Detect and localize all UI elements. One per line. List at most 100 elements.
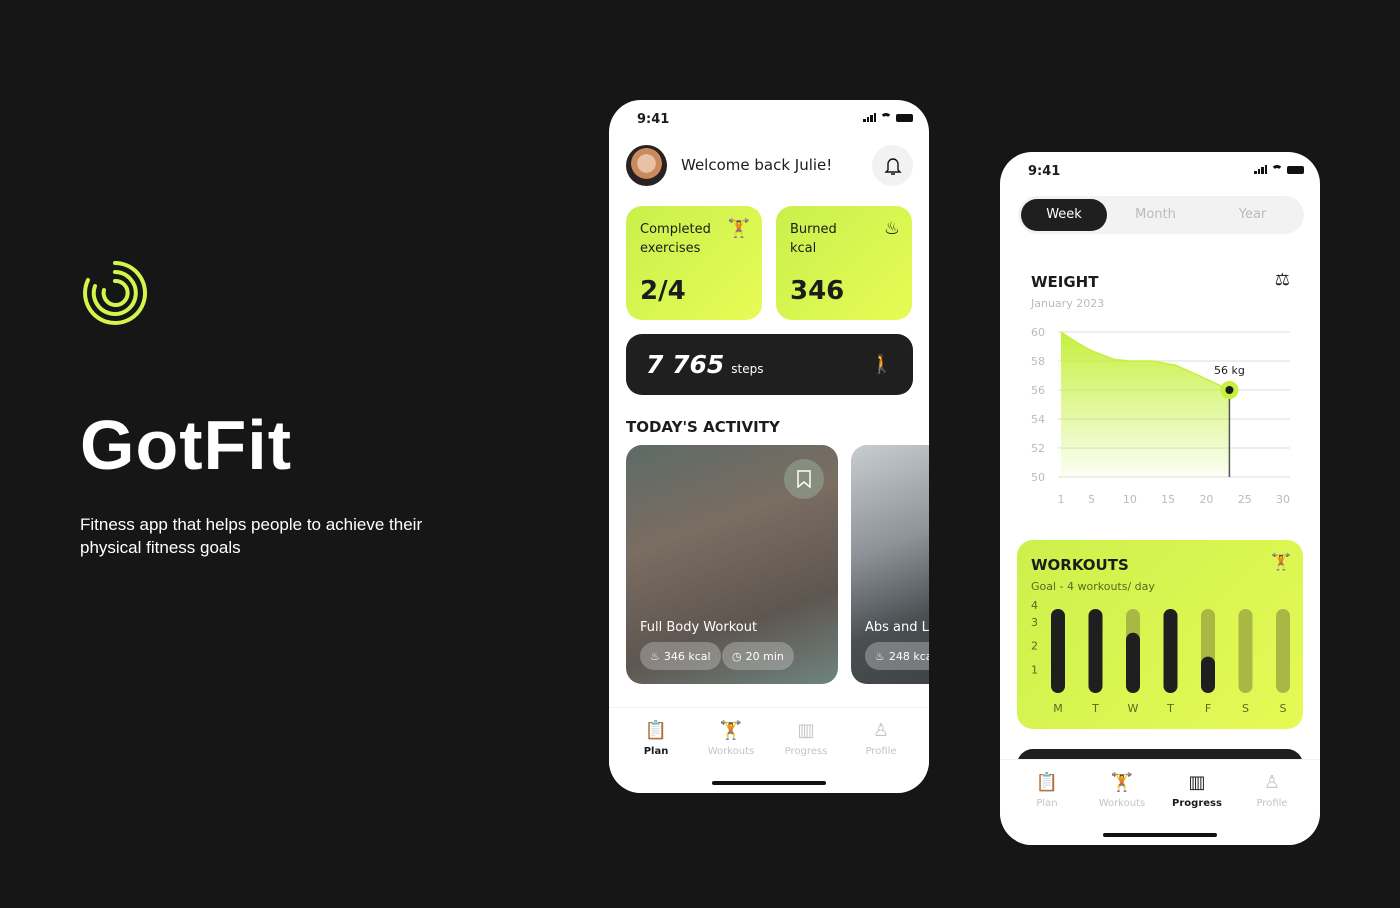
steps-unit: steps: [731, 361, 764, 376]
tab-label: Progress: [784, 746, 828, 757]
y-tick-label: 60: [1031, 326, 1045, 339]
status-time: 9:41: [637, 112, 670, 127]
notifications-button[interactable]: [872, 145, 913, 186]
bar: [1051, 609, 1065, 693]
x-tick-label: F: [1205, 702, 1211, 715]
completed-exercises-card[interactable]: Completed exercises 🏋 2/4: [626, 206, 762, 320]
x-tick-label: 1: [1058, 493, 1065, 506]
section-title: TODAY'S ACTIVITY: [626, 418, 780, 436]
status-time: 9:41: [1028, 164, 1061, 179]
tab-label: Workouts: [1098, 798, 1146, 809]
kcal-badge: ♨ 346 kcal: [640, 642, 721, 670]
x-tick-label: 20: [1199, 493, 1213, 506]
segment-year[interactable]: Year: [1204, 199, 1301, 231]
user-icon: ♙: [872, 720, 890, 741]
x-tick-label: T: [1091, 702, 1099, 715]
bookmark-button[interactable]: [784, 459, 824, 499]
bar-chart-icon: ▥: [797, 720, 815, 741]
kcal-value: 346 kcal: [663, 649, 711, 663]
weight-chart: 5052545658601 5 10 15 20 25 3056 kg: [1031, 326, 1290, 506]
dumbbell-icon: 🏋: [727, 218, 750, 239]
x-tick-label: 15: [1161, 493, 1175, 506]
workout-card[interactable]: Full Body Workout ♨ 346 kcal ◷ 20 min: [626, 445, 838, 684]
workout-title: Full Body Workout: [640, 620, 758, 635]
segment-month[interactable]: Month: [1107, 199, 1204, 231]
x-tick-label: 30: [1276, 493, 1290, 506]
weight-subtitle: January 2023: [1031, 297, 1105, 310]
status-icons: [863, 113, 913, 122]
battery-icon: [1287, 165, 1304, 174]
avatar[interactable]: [626, 145, 667, 186]
tab-bar: 📋 Plan 🏋 Workouts ▥ Progress ♙ Profile: [609, 707, 929, 793]
kcal-value: 248 kcal: [888, 649, 929, 663]
home-screen: 9:41 Welcome back Julie! Completed exerc…: [609, 100, 929, 793]
tab-workouts[interactable]: 🏋 Workouts: [1087, 772, 1157, 809]
marker-label: 56 kg: [1214, 364, 1245, 377]
tab-plan[interactable]: 📋 Plan: [1012, 772, 1082, 809]
tab-label: Workouts: [707, 746, 755, 757]
tab-profile[interactable]: ♙ Profile: [1237, 772, 1307, 809]
y-tick-label: 52: [1031, 442, 1045, 455]
tab-label: Plan: [1036, 798, 1058, 809]
brand-tagline: Fitness app that helps people to achieve…: [80, 515, 423, 557]
tab-label: Profile: [1256, 798, 1288, 809]
marker-point: [1225, 386, 1234, 394]
welcome-text: Welcome back Julie!: [681, 156, 833, 174]
wifi-icon: [1271, 165, 1283, 174]
bell-icon: [883, 157, 902, 175]
burned-kcal-card[interactable]: Burned kcal ♨ 346: [776, 206, 912, 320]
workouts-card: WORKOUTS Goal - 4 workouts/ day 🏋 1234MT…: [1017, 540, 1303, 729]
weight-area: [1061, 332, 1230, 477]
tab-profile[interactable]: ♙ Profile: [846, 720, 916, 757]
y-tick-label: 56: [1031, 384, 1045, 397]
y-tick-label: 4: [1031, 599, 1038, 612]
dumbbell-icon: 🏋: [1110, 772, 1134, 793]
steps-value: 7 765: [646, 350, 725, 379]
x-tick-label: T: [1166, 702, 1174, 715]
card-value: 346: [790, 276, 845, 306]
x-tick-label: 5: [1088, 493, 1095, 506]
user-icon: ♙: [1263, 772, 1281, 793]
battery-icon: [896, 113, 913, 122]
signal-icon: [863, 113, 876, 122]
bar: [1088, 609, 1103, 693]
segment-week[interactable]: Week: [1021, 199, 1107, 231]
x-tick-label: M: [1053, 702, 1063, 715]
steps-card[interactable]: 7 765 steps 🚶: [626, 334, 913, 395]
bar-chart-icon: ▥: [1188, 772, 1206, 793]
flame-icon: ♨: [883, 218, 900, 239]
status-icons: [1254, 165, 1304, 174]
x-tick-label: S: [1280, 702, 1287, 715]
tab-progress[interactable]: ▥ Progress: [771, 720, 841, 757]
dumbbell-icon: 🏋: [719, 720, 743, 741]
tab-bar: 📋 Plan 🏋 Workouts ▥ Progress ♙ Profile: [1000, 759, 1320, 845]
bar-goal-track: [1276, 609, 1290, 693]
home-indicator: [1103, 833, 1217, 837]
workouts-chart: 1 2 3 4 M T W T F S S: [1031, 599, 1290, 715]
tab-label: Plan: [643, 746, 669, 757]
workout-title: Abs and Legs: [865, 620, 929, 635]
kcal-badge: ♨248 kcal: [865, 642, 929, 670]
card-value: 2/4: [640, 276, 686, 306]
tab-plan[interactable]: 📋 Plan: [621, 720, 691, 757]
tab-workouts[interactable]: 🏋 Workouts: [696, 720, 766, 757]
y-tick-label: 3: [1031, 616, 1038, 629]
workout-card[interactable]: Abs and Legs ♨248 kcal: [851, 445, 929, 684]
home-indicator: [712, 781, 826, 785]
scale-icon[interactable]: ⚖: [1275, 270, 1290, 290]
wifi-icon: [880, 113, 892, 122]
signal-icon: [1254, 165, 1267, 174]
bar: [1126, 632, 1140, 693]
brand-title: GotFit: [80, 406, 293, 484]
walking-icon: 🚶: [870, 354, 893, 375]
progress-screen: 9:41 Week Month Year WEIGHT January 2023…: [1000, 152, 1320, 845]
duration-value: 20 min: [745, 649, 784, 663]
gotfit-logo: [83, 261, 147, 325]
bar: [1201, 656, 1215, 693]
y-tick-label: 1: [1031, 663, 1038, 676]
tab-progress[interactable]: ▥ Progress: [1162, 772, 1232, 809]
y-tick-label: 58: [1031, 355, 1045, 368]
clipboard-icon: 📋: [644, 720, 668, 741]
clock-icon: ◷: [732, 649, 742, 663]
tab-label: Profile: [865, 746, 897, 757]
